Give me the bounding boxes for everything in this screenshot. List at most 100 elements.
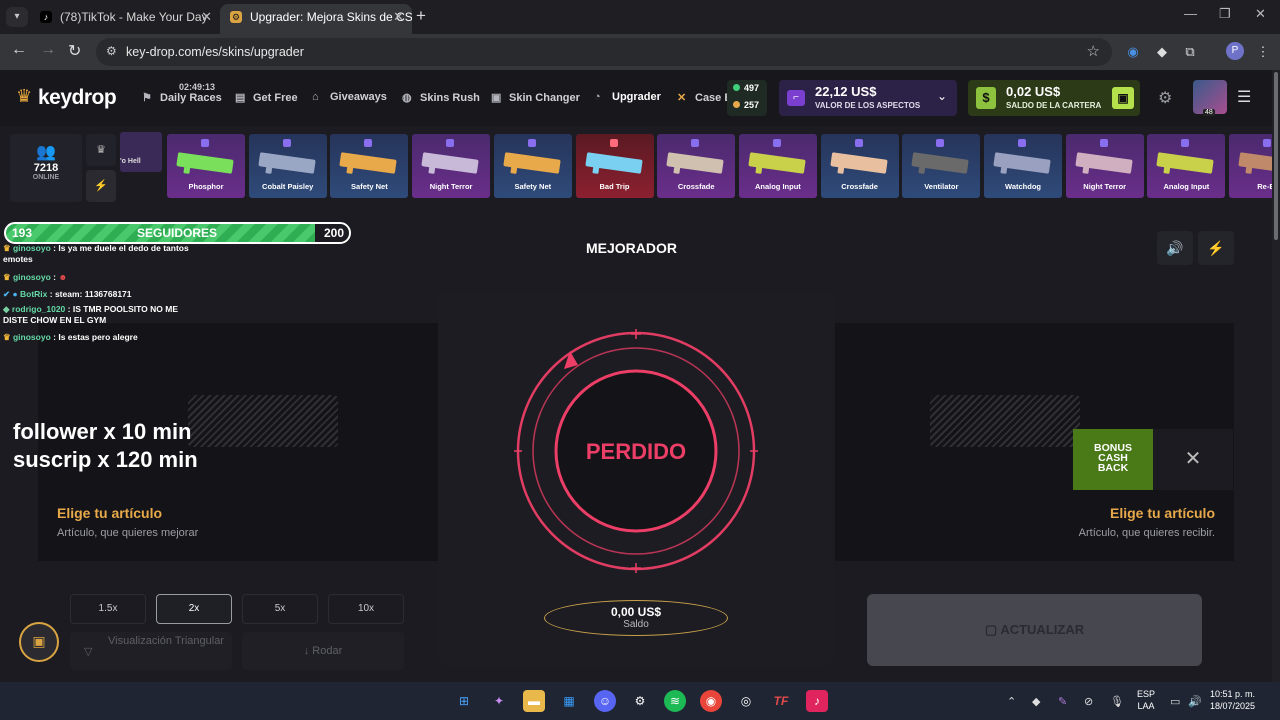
reload-icon[interactable]: ↻: [68, 41, 81, 61]
browser-menu-icon[interactable]: ⋮: [1254, 43, 1272, 61]
settings-gear-icon[interactable]: ⚙: [1158, 88, 1172, 108]
chrome-icon[interactable]: ◉: [700, 690, 722, 712]
profile-avatar[interactable]: P: [1226, 42, 1244, 60]
drop-card[interactable]: Night Terror: [412, 134, 491, 198]
tf-app-icon[interactable]: TF: [770, 690, 792, 712]
restore-button[interactable]: ❐: [1219, 6, 1231, 22]
fast-mode-button[interactable]: ⚡: [1198, 231, 1234, 265]
tab-tiktok[interactable]: ♪ (78)TikTok - Make Your Day ✕: [30, 4, 220, 34]
close-tab-icon[interactable]: ✕: [393, 4, 404, 30]
nav-giveaways[interactable]: ⌂ Giveaways: [312, 91, 387, 103]
followers-current: 193: [12, 226, 33, 240]
drop-card[interactable]: 'o Hell: [120, 132, 162, 172]
drop-card[interactable]: Phosphor: [167, 134, 245, 198]
tiktok-app-icon[interactable]: ♪: [806, 690, 828, 712]
spotify-icon[interactable]: ≋: [664, 690, 686, 712]
tab-upgrader[interactable]: ⚙ Upgrader: Mejora Skins de CS2 ✕: [220, 4, 412, 34]
close-icon[interactable]: ✕: [1153, 429, 1233, 490]
drop-card[interactable]: Ventilator: [902, 134, 981, 198]
wallet-amount: 0,02 US$: [1006, 84, 1061, 99]
tray-app-icon[interactable]: ⊘: [1084, 695, 1093, 708]
windows-start-icon[interactable]: ⊞: [453, 690, 475, 712]
user-avatar[interactable]: 48: [1193, 80, 1227, 116]
weapon-skin-image: [666, 152, 724, 174]
nav-case-battle[interactable]: ✕ Case B: [677, 91, 732, 104]
target-pick-title: Elige tu artículo: [1109, 505, 1215, 521]
page-title: MEJORADOR: [586, 240, 678, 256]
nav-upgrader[interactable]: ◔ Upgrader: [594, 91, 661, 103]
drop-card[interactable]: Crossfade: [657, 134, 736, 198]
wallet-label: SALDO DE LA CARTERA: [1006, 101, 1102, 110]
multiplier-2x[interactable]: 2x: [156, 594, 232, 624]
swap-icon: ▣: [491, 92, 502, 104]
chat-bubble-icon[interactable]: ▣: [19, 622, 59, 662]
live-drops-toggle[interactable]: ⚡: [86, 170, 116, 202]
tab-search-button[interactable]: ▾: [6, 7, 28, 27]
top-drops-toggle[interactable]: ♛: [86, 134, 116, 166]
upgrade-icon: ▢: [984, 622, 1001, 637]
close-window-button[interactable]: ✕: [1255, 6, 1266, 22]
nav-skins-rush[interactable]: ◍ Skins Rush: [402, 91, 480, 104]
url-bar[interactable]: ⚙ key-drop.com/es/skins/upgrader ☆: [96, 38, 1112, 66]
drop-card[interactable]: Watchdog: [984, 134, 1062, 198]
app-icon[interactable]: ◎: [735, 690, 757, 712]
close-tab-icon[interactable]: ✕: [201, 4, 212, 30]
tray-app-icon[interactable]: ✎: [1058, 695, 1067, 708]
new-tab-button[interactable]: +: [416, 6, 426, 26]
scrollbar-thumb[interactable]: [1274, 72, 1278, 240]
nav-skin-changer[interactable]: ▣ Skin Changer: [491, 91, 580, 104]
extensions-puzzle-icon[interactable]: ⧉: [1181, 43, 1199, 61]
browser-tab-bar: ▾ ♪ (78)TikTok - Make Your Day ✕ ⚙ Upgra…: [0, 0, 1280, 34]
triangular-view-toggle[interactable]: ▽ Visualización Triangular: [70, 632, 232, 670]
file-explorer-icon[interactable]: ▬: [523, 690, 545, 712]
system-clock[interactable]: 10:51 p. m. 18/07/2025: [1210, 688, 1255, 712]
bonus-cashback-banner[interactable]: BONUS CASH BACK: [1073, 429, 1153, 490]
bookmark-star-icon[interactable]: ☆: [1087, 42, 1100, 60]
nav-get-free[interactable]: ▤ Get Free: [235, 91, 298, 104]
discord-icon[interactable]: ☺: [594, 690, 616, 712]
hamburger-menu-icon[interactable]: ☰: [1237, 87, 1251, 107]
weapon-skin-image: [339, 152, 398, 174]
drop-card[interactable]: Safety Net: [330, 134, 409, 198]
drop-card[interactable]: Analog Input: [738, 134, 817, 198]
drop-card[interactable]: Analog Input: [1147, 134, 1226, 198]
site-header: ♛ keydrop 02:49:13 ⚑ Daily Races ▤ Get Fre…: [0, 70, 1272, 126]
steam-icon[interactable]: ⚙: [629, 690, 651, 712]
add-funds-button[interactable]: ▣: [1112, 87, 1134, 109]
volume-icon[interactable]: 🔊: [1188, 695, 1202, 708]
roll-button[interactable]: ↓ Rodar: [242, 632, 404, 670]
nav-daily-races[interactable]: ⚑ Daily Races: [142, 91, 222, 104]
wallet-balance[interactable]: $ 0,02 US$ SALDO DE LA CARTERA ▣: [968, 80, 1140, 116]
page-scrollbar[interactable]: [1272, 70, 1280, 682]
multiplier-10x[interactable]: 10x: [328, 594, 404, 624]
store-icon[interactable]: ▦: [558, 690, 580, 712]
users-icon: 👥: [36, 144, 56, 161]
site-info-icon[interactable]: ⚙: [106, 44, 117, 58]
multiplier-5x[interactable]: 5x: [242, 594, 318, 624]
language-indicator[interactable]: ESP LAA: [1137, 688, 1155, 712]
drop-card[interactable]: Crossfade: [820, 134, 899, 198]
minimize-button[interactable]: —: [1184, 6, 1197, 21]
url-text[interactable]: key-drop.com/es/skins/upgrader: [126, 45, 304, 59]
tray-expand-icon[interactable]: ⌃: [1007, 695, 1016, 708]
back-arrow-icon[interactable]: ←: [11, 41, 27, 59]
drop-card[interactable]: Bad Trip: [575, 134, 654, 198]
sound-toggle-button[interactable]: 🔊: [1157, 231, 1193, 265]
multiplier-1-5x[interactable]: 1.5x: [70, 594, 146, 624]
drop-card[interactable]: Cobalt Paisley: [248, 134, 327, 198]
drop-card[interactable]: Re-En: [1229, 134, 1272, 198]
steam-tray-icon[interactable]: ◆: [1032, 695, 1040, 708]
extension-icon[interactable]: ◆: [1153, 43, 1171, 61]
network-icon[interactable]: ▭: [1170, 695, 1180, 708]
microphone-icon[interactable]: 🎙: [1110, 695, 1124, 708]
upgrade-button[interactable]: ▢ ACTUALIZAR: [867, 594, 1202, 666]
extension-icon[interactable]: ◉: [1124, 43, 1142, 61]
skins-value-dropdown[interactable]: ⌐ 22,12 US$ VALOR DE LOS ASPECTOS ⌄: [779, 80, 957, 116]
drop-card[interactable]: Safety Net: [493, 134, 572, 198]
copilot-icon[interactable]: ✦: [488, 690, 510, 712]
gems-counter[interactable]: 497 257: [727, 80, 767, 116]
rarity-indicator: [446, 139, 455, 147]
drop-card[interactable]: Night Terror: [1065, 134, 1144, 198]
forward-arrow-icon[interactable]: →: [40, 41, 56, 59]
weapon-skin-image: [1238, 152, 1272, 174]
